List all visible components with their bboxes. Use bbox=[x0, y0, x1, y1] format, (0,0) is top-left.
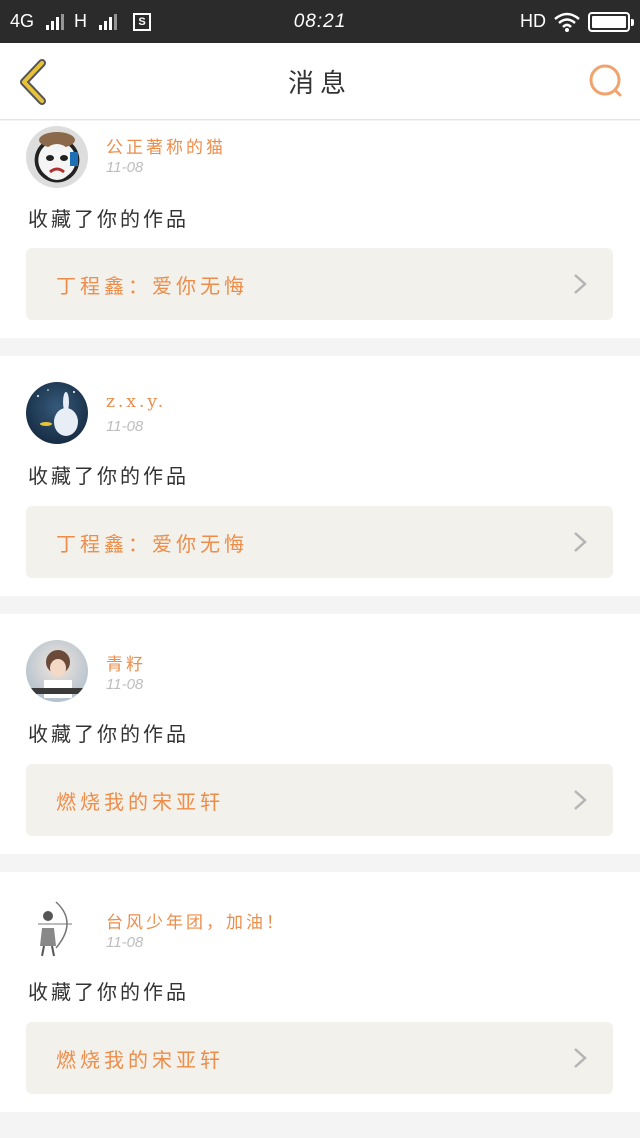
wifi-icon bbox=[554, 12, 580, 32]
page-title: 消息 bbox=[287, 68, 352, 99]
chevron-right-icon bbox=[574, 274, 587, 294]
work-title: 燃烧我的宋亚轩 bbox=[56, 1047, 224, 1072]
action-text: 收藏了你的作品 bbox=[28, 207, 189, 231]
action-text: 收藏了你的作品 bbox=[28, 464, 189, 488]
username[interactable]: 青籽 bbox=[106, 650, 146, 675]
username[interactable]: 台风少年团，加油！ bbox=[106, 908, 286, 933]
username[interactable]: 公正著称的猫 bbox=[106, 133, 226, 158]
network-type-h: H bbox=[74, 11, 88, 31]
work-link[interactable]: 燃烧我的宋亚轩 bbox=[26, 764, 613, 836]
back-icon[interactable] bbox=[14, 57, 54, 107]
message-card: 公正著称的猫 11-08 收藏了你的作品 丁程鑫：爱你无悔 bbox=[0, 121, 640, 338]
chevron-right-icon bbox=[574, 1048, 587, 1068]
username[interactable]: z.x.y. bbox=[106, 392, 166, 412]
message-date: 11-08 bbox=[106, 159, 144, 176]
message-list: 公正著称的猫 11-08 收藏了你的作品 丁程鑫：爱你无悔 z.x.y. 11-… bbox=[0, 121, 640, 1130]
status-left: 4G H S bbox=[10, 11, 152, 32]
avatar-image bbox=[30, 650, 84, 698]
nav-bar: 消息 bbox=[0, 43, 640, 120]
work-link[interactable]: 丁程鑫：爱你无悔 bbox=[26, 506, 613, 578]
work-link[interactable]: 燃烧我的宋亚轩 bbox=[26, 1022, 613, 1094]
work-title: 丁程鑫：爱你无悔 bbox=[56, 531, 248, 556]
avatar-image bbox=[37, 389, 78, 436]
avatar[interactable] bbox=[26, 898, 88, 960]
message-date: 11-08 bbox=[106, 676, 144, 693]
message-date: 11-08 bbox=[106, 418, 144, 435]
work-title: 丁程鑫：爱你无悔 bbox=[56, 273, 248, 298]
search-icon[interactable] bbox=[588, 63, 624, 99]
chevron-right-icon bbox=[574, 532, 587, 552]
avatar-image bbox=[39, 132, 78, 180]
action-text: 收藏了你的作品 bbox=[28, 722, 189, 746]
network-type-4g: 4G bbox=[10, 11, 35, 31]
message-card: 台风少年团，加油！ 11-08 收藏了你的作品 燃烧我的宋亚轩 bbox=[0, 872, 640, 1112]
chevron-right-icon bbox=[574, 790, 587, 810]
sim-icon: S bbox=[133, 12, 152, 31]
signal-icon-2 bbox=[99, 13, 118, 30]
avatar[interactable] bbox=[26, 382, 88, 444]
signal-icon bbox=[46, 13, 65, 30]
avatar-image bbox=[38, 901, 72, 957]
message-date: 11-08 bbox=[106, 934, 144, 951]
status-right: HD bbox=[520, 11, 634, 32]
battery-icon bbox=[588, 11, 634, 32]
work-link[interactable]: 丁程鑫：爱你无悔 bbox=[26, 248, 613, 320]
message-card: 青籽 11-08 收藏了你的作品 燃烧我的宋亚轩 bbox=[0, 614, 640, 854]
avatar[interactable] bbox=[26, 126, 88, 188]
hd-indicator: HD bbox=[520, 11, 546, 31]
avatar[interactable] bbox=[26, 640, 88, 702]
status-bar: 4G H S 08:21 HD bbox=[0, 0, 640, 43]
work-title: 燃烧我的宋亚轩 bbox=[56, 789, 224, 814]
message-card: z.x.y. 11-08 收藏了你的作品 丁程鑫：爱你无悔 bbox=[0, 356, 640, 596]
action-text: 收藏了你的作品 bbox=[28, 980, 189, 1004]
